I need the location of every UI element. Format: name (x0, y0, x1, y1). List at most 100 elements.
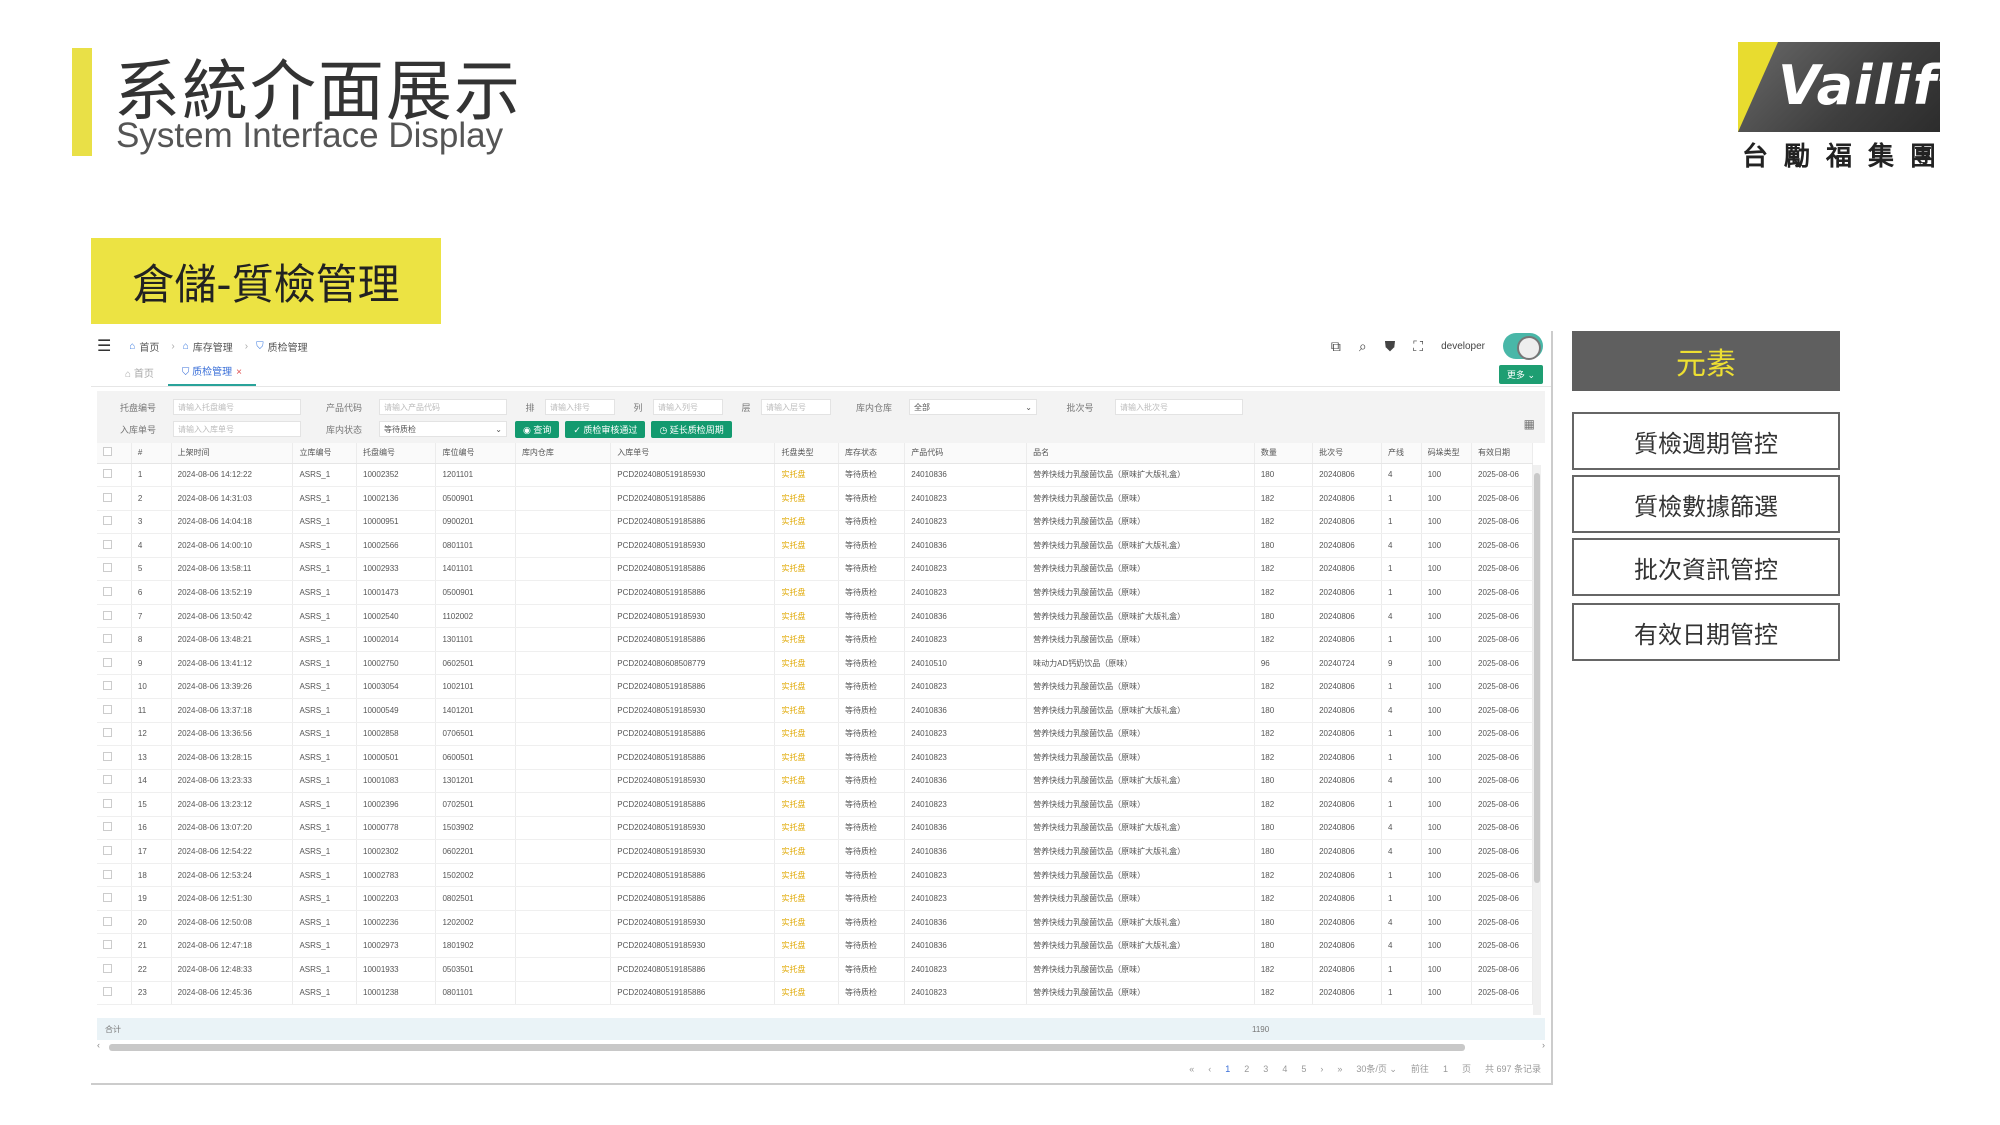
scrollbar-thumb[interactable] (1534, 473, 1540, 883)
row-checkbox[interactable] (103, 751, 112, 761)
table-row[interactable]: 16 2024-08-06 13:07:20 ASRS_1 10000778 15039… (97, 816, 1533, 841)
row-checkbox[interactable] (103, 587, 112, 596)
table-row[interactable]: 9 2024-08-06 13:41:12 ASRS_1 10002750 060250… (97, 651, 1533, 676)
column-header[interactable]: 库位编号 (435, 443, 516, 464)
column-header[interactable]: 托盘类型 (774, 443, 840, 464)
row-checkbox[interactable] (103, 610, 112, 620)
row-input[interactable]: 请输入排号 (545, 399, 615, 415)
more-button[interactable]: 更多 ⌄ (1498, 365, 1543, 384)
table-row[interactable]: 8 2024-08-06 13:48:21 ASRS_1 10002014 130110… (97, 627, 1533, 652)
row-checkbox[interactable] (103, 681, 112, 691)
row-checkbox[interactable] (103, 539, 112, 549)
column-header[interactable]: 托盘编号 (356, 443, 437, 464)
row-select-cell[interactable] (97, 910, 132, 935)
table-row[interactable]: 11 2024-08-06 13:37:18 ASRS_1 10000549 14012… (97, 698, 1533, 723)
table-row[interactable]: 12 2024-08-06 13:36:56 ASRS_1 10002858 07065… (97, 722, 1533, 747)
page-size-select[interactable]: 30条/页 ⌄ (1356, 1062, 1397, 1075)
search-icon[interactable]: ⌕ (1359, 338, 1367, 355)
close-icon[interactable]: × (236, 367, 242, 378)
row-checkbox[interactable] (103, 987, 112, 997)
scroll-right-icon[interactable]: › (1542, 1040, 1545, 1050)
row-checkbox[interactable] (103, 728, 112, 738)
select-all-cell[interactable] (97, 443, 132, 464)
column-header[interactable]: 产线 (1381, 443, 1422, 464)
row-select-cell[interactable] (97, 816, 132, 841)
table-row[interactable]: 10 2024-08-06 13:39:26 ASRS_1 10003054 10021… (97, 674, 1533, 699)
row-select-cell[interactable] (97, 557, 132, 582)
row-select-cell[interactable] (97, 510, 132, 535)
scroll-left-icon[interactable]: ‹ (97, 1040, 100, 1050)
table-row[interactable]: 2 2024-08-06 14:31:03 ASRS_1 10002136 050090… (97, 486, 1533, 511)
query-button[interactable]: ◉ 查询 (515, 420, 560, 438)
table-row[interactable]: 5 2024-08-06 13:58:11 ASRS_1 10002933 140110… (97, 557, 1533, 582)
row-select-cell[interactable] (97, 792, 132, 817)
row-checkbox[interactable] (103, 563, 112, 573)
first-page-icon[interactable]: « (1189, 1064, 1194, 1074)
table-row[interactable]: 20 2024-08-06 12:50:08 ASRS_1 10002236 12020… (97, 910, 1533, 935)
product-code-input[interactable]: 请输入产品代码 (379, 399, 507, 415)
column-header[interactable]: 批次号 (1312, 443, 1382, 464)
user-name[interactable]: developer (1441, 341, 1485, 352)
row-select-cell[interactable] (97, 486, 132, 511)
row-select-cell[interactable] (97, 674, 132, 699)
vertical-scrollbar[interactable] (1533, 465, 1541, 1015)
row-checkbox[interactable] (103, 492, 112, 502)
column-input[interactable]: 请输入列号 (653, 399, 723, 415)
row-select-cell[interactable] (97, 604, 132, 629)
column-header[interactable]: # (131, 443, 172, 464)
table-row[interactable]: 21 2024-08-06 12:47:18 ASRS_1 10002973 18019… (97, 933, 1533, 958)
inbound-no-input[interactable]: 请输入入库单号 (173, 421, 301, 437)
pallet-no-input[interactable]: 请输入托盘编号 (173, 399, 301, 415)
page-number[interactable]: 5 (1301, 1064, 1306, 1074)
batch-no-input[interactable]: 请输入批次号 (1115, 399, 1243, 415)
row-select-cell[interactable] (97, 863, 132, 888)
row-checkbox[interactable] (103, 893, 112, 903)
next-page-icon[interactable]: › (1320, 1064, 1323, 1074)
row-checkbox[interactable] (103, 869, 112, 879)
page-number[interactable]: 2 (1244, 1064, 1249, 1074)
tab-quality-check[interactable]: ⛉ 质检管理 × (167, 363, 256, 386)
column-header[interactable]: 品名 (1026, 443, 1255, 464)
row-select-cell[interactable] (97, 839, 132, 864)
scrollbar-thumb[interactable] (109, 1044, 1465, 1051)
row-checkbox[interactable] (103, 657, 112, 667)
avatar[interactable] (1503, 333, 1543, 360)
breadcrumb-item[interactable]: 库存管理 (193, 339, 233, 354)
row-select-cell[interactable] (97, 722, 132, 747)
stock-status-select[interactable]: 等待质检 ⌄ (379, 421, 507, 437)
page-number[interactable]: 3 (1263, 1064, 1268, 1074)
column-header[interactable]: 数量 (1254, 443, 1314, 464)
table-row[interactable]: 13 2024-08-06 13:28:15 ASRS_1 10000501 06005… (97, 745, 1533, 770)
tab-home[interactable]: ⌂ 首页 (111, 365, 168, 386)
row-checkbox[interactable] (103, 634, 112, 644)
page-number[interactable]: 4 (1282, 1064, 1287, 1074)
table-row[interactable]: 17 2024-08-06 12:54:22 ASRS_1 10002302 06022… (97, 839, 1533, 864)
hamburger-menu-icon[interactable]: ☰ (97, 336, 111, 356)
extend-qc-button[interactable]: ◷ 延长质检周期 (651, 420, 732, 438)
column-header[interactable]: 码垛类型 (1421, 443, 1473, 464)
row-select-cell[interactable] (97, 886, 132, 911)
row-select-cell[interactable] (97, 981, 132, 1006)
column-header[interactable]: 库内仓库 (515, 443, 612, 464)
row-checkbox[interactable] (103, 963, 112, 973)
row-checkbox[interactable] (103, 822, 112, 832)
column-header[interactable]: 上架时间 (171, 443, 294, 464)
row-select-cell[interactable] (97, 933, 132, 958)
table-row[interactable]: 22 2024-08-06 12:48:33 ASRS_1 10001933 05035… (97, 957, 1533, 982)
row-select-cell[interactable] (97, 957, 132, 982)
column-header[interactable]: 产品代码 (904, 443, 1028, 464)
row-select-cell[interactable] (97, 698, 132, 723)
table-row[interactable]: 4 2024-08-06 14:00:10 ASRS_1 10002566 080110… (97, 533, 1533, 558)
column-header[interactable]: 库存状态 (838, 443, 906, 464)
fullscreen-icon[interactable]: ⛶ (1413, 338, 1423, 355)
goto-page-input[interactable]: 1 (1443, 1064, 1448, 1074)
table-row[interactable]: 14 2024-08-06 13:23:33 ASRS_1 10001083 13012… (97, 769, 1533, 794)
row-checkbox[interactable] (103, 846, 112, 856)
table-row[interactable]: 3 2024-08-06 14:04:18 ASRS_1 10000951 090020… (97, 510, 1533, 535)
row-select-cell[interactable] (97, 463, 132, 488)
table-row[interactable]: 23 2024-08-06 12:45:36 ASRS_1 10001238 08011… (97, 981, 1533, 1006)
row-select-cell[interactable] (97, 769, 132, 794)
row-checkbox[interactable] (103, 469, 112, 479)
last-page-icon[interactable]: » (1337, 1064, 1342, 1074)
approve-qc-button[interactable]: ✓ 质检审核通过 (565, 420, 646, 438)
